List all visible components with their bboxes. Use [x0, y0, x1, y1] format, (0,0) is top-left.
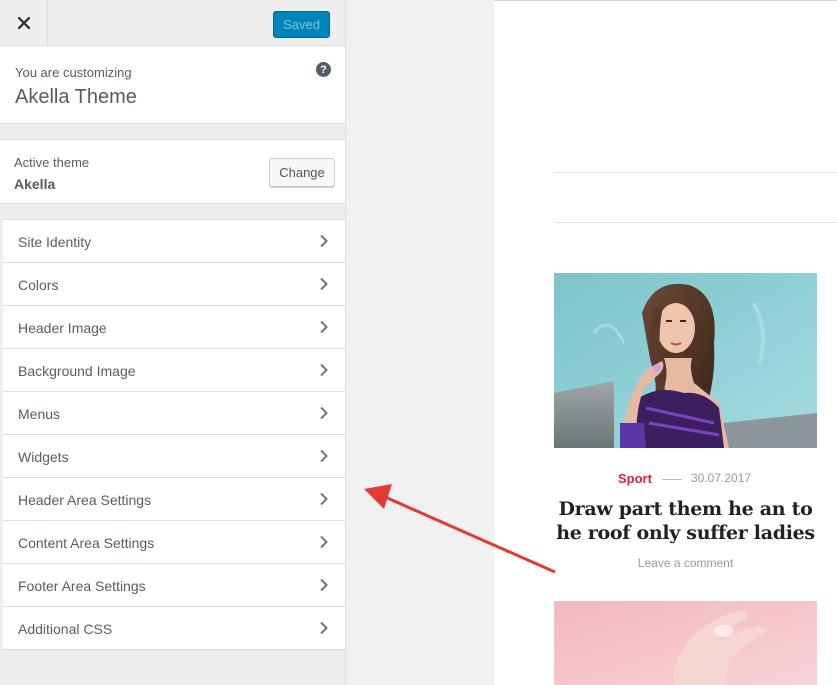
section-menus[interactable]: Menus [3, 392, 345, 435]
section-label: Header Area Settings [18, 492, 152, 508]
featured-photo [554, 273, 817, 448]
customizer-info: You are customizing Akella Theme ? [0, 46, 345, 124]
section-label: Footer Area Settings [18, 578, 146, 594]
post-title-link[interactable]: Draw part them he an to he roof only suf… [554, 497, 817, 545]
section-widgets[interactable]: Widgets [3, 435, 345, 478]
section-label: Widgets [18, 449, 69, 465]
theme-title: Akella Theme [15, 86, 137, 108]
chevron-right-icon [320, 234, 328, 248]
section-colors[interactable]: Colors [3, 263, 345, 306]
section-label: Header Image [18, 320, 107, 336]
post-category-link[interactable]: Sport [618, 471, 652, 486]
section-site-identity[interactable]: Site Identity [3, 220, 345, 263]
customizer-sections: Site Identity Colors Header Image Backgr… [3, 219, 345, 650]
chevron-right-icon [320, 406, 328, 420]
divider [494, 0, 837, 1]
divider [554, 222, 837, 223]
section-label: Menus [18, 406, 61, 422]
section-additional-css[interactable]: Additional CSS [3, 607, 345, 650]
section-label: Additional CSS [18, 621, 113, 637]
section-footer-area-settings[interactable]: Footer Area Settings [3, 564, 345, 607]
chevron-right-icon [320, 320, 328, 334]
active-theme-name: Akella [14, 176, 56, 192]
chevron-right-icon [320, 621, 328, 635]
section-label: Content Area Settings [18, 535, 155, 551]
active-theme-panel: Active theme Akella Change [0, 139, 345, 204]
help-icon[interactable]: ? [316, 62, 331, 77]
active-theme-label: Active theme [14, 155, 90, 170]
featured-photo [554, 601, 817, 685]
section-label: Background Image [18, 363, 136, 379]
chevron-right-icon [320, 492, 328, 506]
preview-gutter [346, 0, 494, 685]
chevron-right-icon [320, 277, 328, 291]
meta-separator [662, 479, 682, 480]
post-meta: Sport 30.07.2017 [554, 471, 817, 487]
leave-comment-link[interactable]: Leave a comment [554, 556, 817, 570]
saved-button[interactable]: Saved [273, 11, 330, 38]
section-header-image[interactable]: Header Image [3, 306, 345, 349]
customizer-sidebar: Saved You are customizing Akella Theme ?… [0, 0, 346, 685]
chevron-right-icon [320, 449, 328, 463]
section-label: Site Identity [18, 234, 92, 250]
post-featured-image[interactable] [554, 601, 817, 685]
customizing-label: You are customizing [15, 65, 132, 80]
customizer-window: Saved You are customizing Akella Theme ?… [0, 0, 837, 685]
chevron-right-icon [320, 535, 328, 549]
customizer-header: Saved [0, 0, 345, 46]
section-background-image[interactable]: Background Image [3, 349, 345, 392]
section-header-area-settings[interactable]: Header Area Settings [3, 478, 345, 521]
divider [554, 172, 837, 173]
change-theme-button[interactable]: Change [269, 158, 335, 187]
post-date: 30.07.2017 [691, 471, 752, 485]
section-label: Colors [18, 277, 59, 293]
chevron-right-icon [320, 363, 328, 377]
chevron-right-icon [320, 578, 328, 592]
close-icon [17, 17, 30, 29]
close-customizer-button[interactable] [0, 0, 48, 46]
section-content-area-settings[interactable]: Content Area Settings [3, 521, 345, 564]
post-featured-image[interactable] [554, 273, 817, 448]
